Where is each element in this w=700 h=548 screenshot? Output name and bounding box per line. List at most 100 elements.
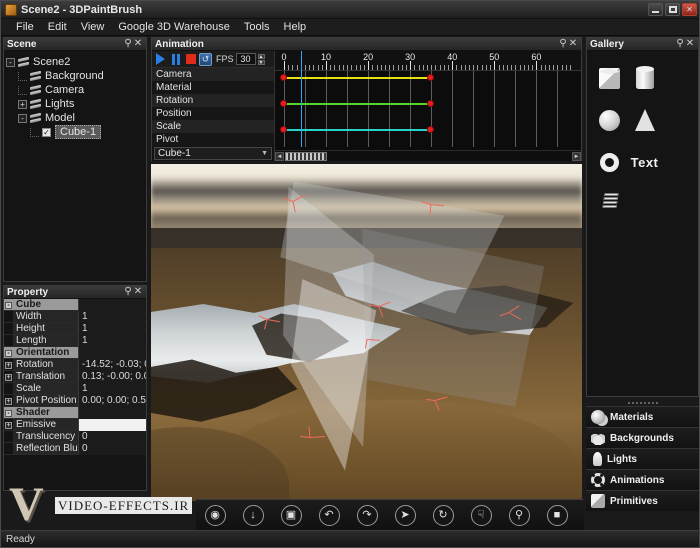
property-value[interactable]: 1 [79, 382, 146, 395]
timeline-ruler[interactable]: 0 10 20 30 40 50 60 [275, 51, 581, 71]
category-lights[interactable]: Lights [586, 448, 699, 469]
track-row-material[interactable]: Material [152, 81, 274, 94]
tool-zoom[interactable]: ⚲ [500, 504, 538, 526]
gallery-item-sphere[interactable] [593, 101, 626, 139]
timeline-hscrollbar[interactable]: ◄ ► [275, 150, 581, 161]
expander-icon[interactable]: - [6, 57, 15, 67]
maximize-button[interactable] [665, 3, 680, 16]
property-row-pivot-position[interactable]: + Pivot Position 0.00; 0.00; 0.50 [4, 394, 146, 407]
menu-tools[interactable]: Tools [237, 20, 277, 34]
category-backgrounds[interactable]: Backgrounds [586, 427, 699, 448]
keyframe-marker[interactable] [427, 74, 435, 81]
gallery-item-cube[interactable] [593, 59, 626, 97]
keyframe-marker[interactable] [427, 100, 435, 107]
close-icon[interactable]: ✕ [685, 39, 695, 49]
fps-input[interactable]: 30 [235, 53, 256, 65]
tool-save[interactable]: ▣ [272, 504, 310, 526]
menu-help[interactable]: Help [277, 20, 314, 34]
track-row-scale[interactable]: Scale [152, 120, 274, 133]
property-row-translation[interactable]: + Translation 0.13; -0.00; 0.02 [4, 370, 146, 383]
property-value[interactable]: 0.00; 0.00; 0.50 [79, 394, 146, 407]
pin-icon[interactable]: ⚲ [123, 287, 133, 297]
gallery-item-text[interactable]: Text [628, 143, 661, 181]
tool-rotate[interactable]: ↻ [424, 504, 462, 526]
tool-import[interactable]: ↓ [234, 504, 272, 526]
tree-item-scene2[interactable]: - Scene2 [6, 55, 144, 69]
expander-icon[interactable]: + [18, 99, 27, 109]
property-row-width[interactable]: Width 1 [4, 310, 146, 323]
property-row-reflection-blur[interactable]: Reflection Blur 0 [4, 442, 146, 455]
menu-edit[interactable]: Edit [41, 20, 74, 34]
stepper-down-icon[interactable]: ▼ [257, 59, 265, 65]
menu-file[interactable]: File [9, 20, 41, 34]
tree-item-model[interactable]: - Model [6, 111, 144, 125]
property-value[interactable]: 0.13; -0.00; 0.02 [79, 370, 146, 383]
expander-icon[interactable]: - [4, 300, 13, 309]
animation-curve[interactable] [284, 103, 432, 105]
keyframe-marker[interactable] [427, 126, 435, 133]
gallery-item-cylinder[interactable] [628, 59, 661, 97]
scroll-right-arrow-icon[interactable]: ► [572, 151, 581, 161]
chevron-down-icon[interactable]: ▼ [261, 150, 268, 157]
fps-stepper[interactable]: ▲ ▼ [257, 53, 265, 65]
track-row-camera[interactable]: Camera [152, 68, 274, 81]
animation-curve[interactable] [284, 77, 432, 79]
track-row-rotation[interactable]: Rotation [152, 94, 274, 107]
pin-icon[interactable]: ⚲ [675, 39, 685, 49]
category-materials[interactable]: Materials [586, 406, 699, 427]
property-group-shader[interactable]: - Shader [4, 406, 146, 419]
close-icon[interactable]: ✕ [568, 39, 578, 49]
track-row-pivot[interactable]: Pivot [152, 133, 274, 146]
timeline[interactable]: 0 10 20 30 40 50 60 ◄ ► [275, 51, 581, 161]
expander-icon[interactable]: - [4, 408, 13, 417]
tree-item-lights[interactable]: + Lights [6, 97, 144, 111]
category-primitives[interactable]: Primitives [586, 490, 699, 511]
menu-google-3d-warehouse[interactable]: Google 3D Warehouse [111, 20, 237, 34]
keyframe-marker[interactable] [280, 74, 287, 81]
property-value[interactable]: 1 [79, 334, 146, 347]
tool-pan[interactable]: ☟ [462, 504, 500, 526]
close-button[interactable]: ✕ [682, 3, 697, 16]
close-icon[interactable]: ✕ [133, 39, 143, 49]
object-select[interactable]: Cube-1 ▼ [154, 147, 272, 160]
property-value[interactable]: 0 [79, 430, 146, 443]
playhead[interactable] [300, 51, 302, 147]
pin-icon[interactable]: ⚲ [123, 39, 133, 49]
play-button[interactable] [154, 53, 167, 66]
animation-curve[interactable] [284, 129, 432, 131]
property-row-rotation[interactable]: + Rotation -14.52; -0.03; 0. [4, 358, 146, 371]
tool-redo[interactable]: ↷ [348, 504, 386, 526]
property-value[interactable]: 1 [79, 310, 146, 323]
property-row-length[interactable]: Length 1 [4, 334, 146, 347]
color-swatch[interactable] [79, 418, 146, 431]
close-icon[interactable]: ✕ [133, 287, 143, 297]
tree-item-camera[interactable]: Camera [6, 83, 144, 97]
property-row-translucency[interactable]: Translucency I 0 [4, 430, 146, 443]
tool-fit-view[interactable]: ■ [538, 504, 576, 526]
expander-icon[interactable]: - [18, 113, 27, 123]
property-group-cube[interactable]: - Cube [4, 298, 146, 311]
viewport-3d[interactable] [151, 164, 582, 501]
scroll-left-arrow-icon[interactable]: ◄ [275, 151, 284, 161]
gallery-item-cone[interactable] [628, 101, 661, 139]
property-value[interactable]: -14.52; -0.03; 0. [79, 358, 146, 371]
expander-icon[interactable]: + [4, 360, 13, 369]
property-row-scale[interactable]: Scale 1 [4, 382, 146, 395]
expander-icon[interactable]: + [4, 396, 13, 405]
timeline-tracks[interactable] [275, 51, 581, 147]
property-value[interactable]: 1 [79, 322, 146, 335]
tool-camera-snapshot[interactable]: ◉ [196, 504, 234, 526]
expander-icon[interactable]: + [4, 420, 13, 429]
pause-button[interactable] [169, 53, 182, 66]
gallery-item-stack[interactable] [593, 185, 626, 223]
keyframe-marker[interactable] [280, 126, 287, 133]
gallery-item-torus[interactable] [593, 143, 626, 181]
property-row-height[interactable]: Height 1 [4, 322, 146, 335]
tool-select[interactable]: ➤ [386, 504, 424, 526]
track-row-position[interactable]: Position [152, 107, 274, 120]
pin-icon[interactable]: ⚲ [558, 39, 568, 49]
expander-icon[interactable]: - [4, 348, 13, 357]
visibility-checkbox[interactable]: ✓ [42, 127, 51, 137]
tool-undo[interactable]: ↶ [310, 504, 348, 526]
keyframe-marker[interactable] [280, 100, 287, 107]
